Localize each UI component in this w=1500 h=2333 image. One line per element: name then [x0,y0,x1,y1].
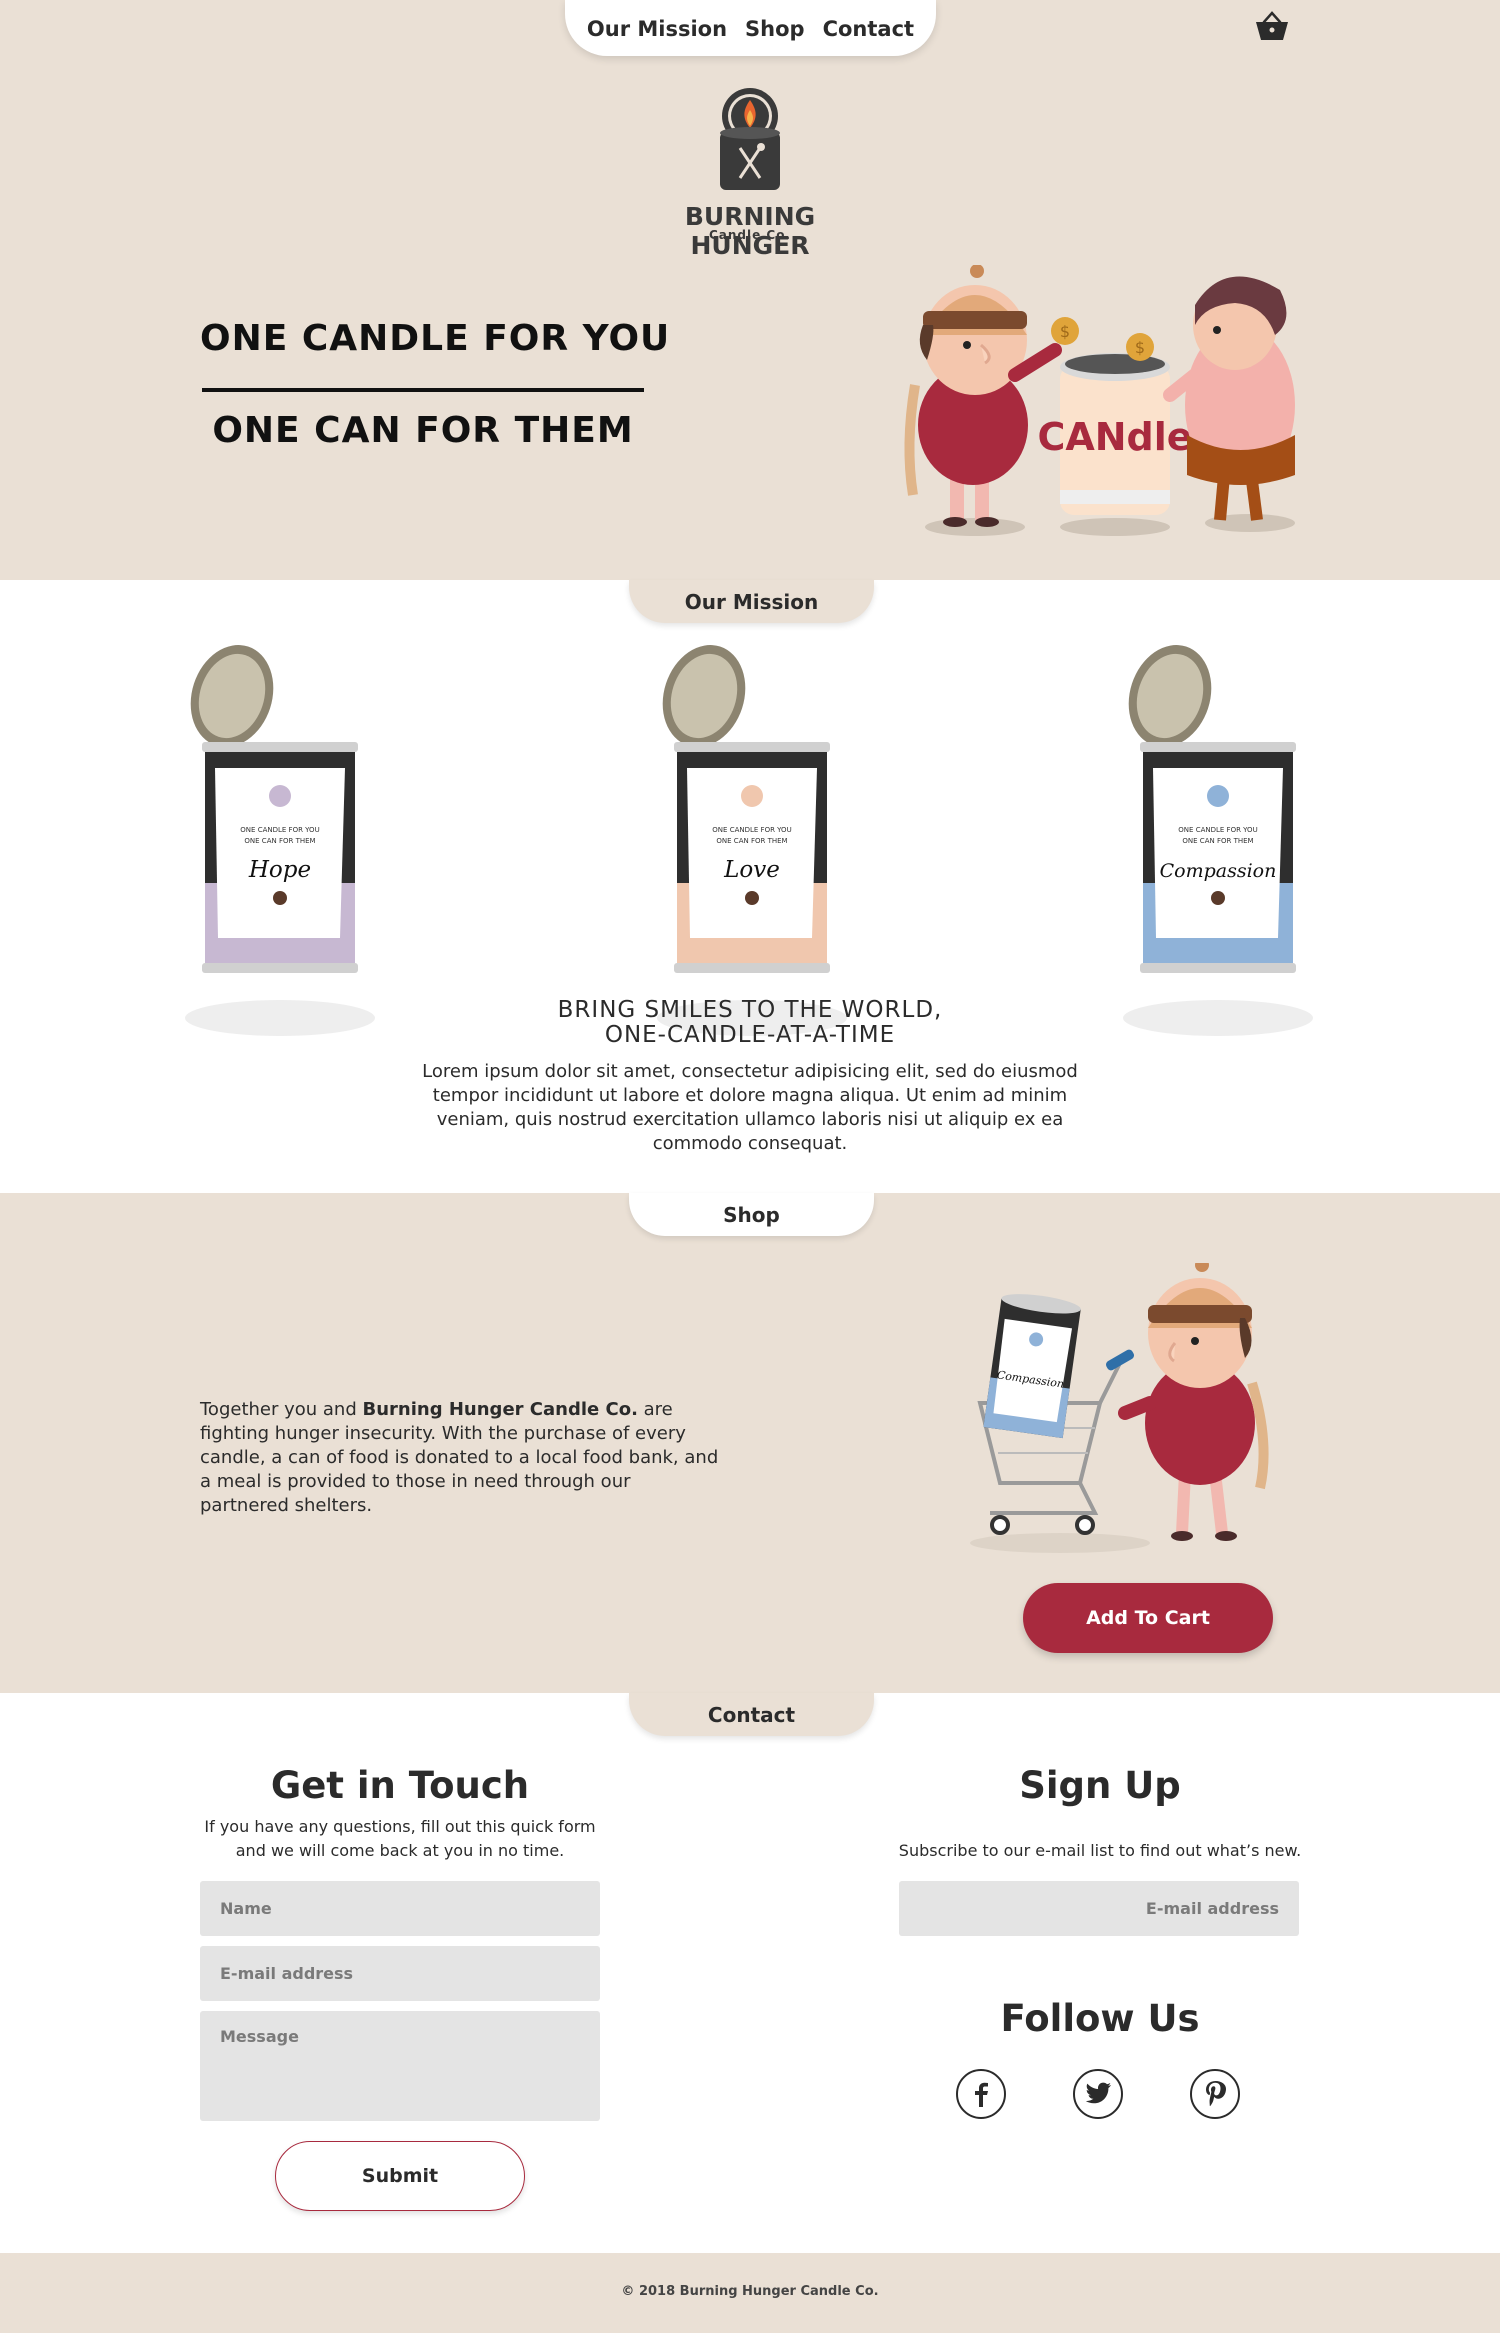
shop-description-brand: Burning Hunger Candle Co. [362,1399,638,1420]
sign-up-heading: Sign Up [1019,1764,1181,1807]
candle-can-logo-icon [720,88,780,190]
can-label-line1: ONE CANDLE FOR YOU [240,826,319,834]
mission-heading: BRING SMILES TO THE WORLD, ONE-CANDLE-AT… [400,998,1100,1048]
candle-can-compassion[interactable]: ONE CANDLE FOR YOU ONE CAN FOR THEM Comp… [1108,638,1348,1038]
shop-description: Together you and Burning Hunger Candle C… [200,1398,720,1518]
copyright-text: © 2018 Burning Hunger Candle Co. [621,2284,879,2299]
add-to-cart-button[interactable]: Add To Cart [1023,1583,1273,1653]
nav-link-contact[interactable]: Contact [823,17,915,41]
tab-shop[interactable]: Shop [629,1193,874,1236]
can-label-compassion: Compassion [1160,860,1277,882]
tagline-divider [202,388,644,392]
get-in-touch-heading: Get in Touch [270,1764,530,1807]
logo-subtitle: Candle Co. [708,228,792,242]
brand-logo[interactable]: BURNING HUNGER Candle Co. [640,86,860,260]
can-label-love: Love [723,857,780,883]
candle-can-love[interactable]: ONE CANDLE FOR YOU ONE CAN FOR THEM Love [642,638,882,1038]
contact-section: Contact Get in Touch If you have any que… [0,1693,1500,2253]
nav-link-shop[interactable]: Shop [745,17,805,41]
tab-contact[interactable]: Contact [629,1693,874,1736]
basket-icon[interactable] [1254,10,1290,42]
signup-email-field[interactable] [899,1881,1299,1936]
pinterest-icon[interactable] [1190,2069,1240,2119]
candle-can-hope[interactable]: ONE CANDLE FOR YOU ONE CAN FOR THEM Hope [170,638,410,1038]
mission-heading-line1: BRING SMILES TO THE WORLD, [557,997,943,1023]
can-label-line2: ONE CAN FOR THEM [716,837,787,845]
email-field[interactable] [200,1946,600,2001]
can-label-line2: ONE CAN FOR THEM [1182,837,1253,845]
footer: © 2018 Burning Hunger Candle Co. [0,2253,1500,2333]
submit-button[interactable]: Submit [275,2141,525,2211]
twitter-icon[interactable] [1073,2069,1123,2119]
top-nav: Our Mission Shop Contact [565,0,936,56]
message-field[interactable] [200,2011,600,2121]
mission-section: Our Mission ONE CANDLE FOR YOU ONE CAN F… [0,580,1500,1193]
can-label-line1: ONE CANDLE FOR YOU [712,826,791,834]
shopping-cart-illustration: Compassion [970,1263,1269,1553]
tagline-top: ONE CANDLE FOR YOU [200,318,671,359]
sign-up-description: Subscribe to our e-mail list to find out… [898,1841,1302,1860]
shop-description-pre: Together you and [200,1399,363,1420]
can-illustration-text: CANdle [1037,415,1192,459]
shop-section: Shop Together you and Burning Hunger Can… [0,1193,1500,1693]
get-in-touch-description: If you have any questions, fill out this… [204,1817,596,1860]
nav-link-our-mission[interactable]: Our Mission [587,17,727,41]
mission-body-text: Lorem ipsum dolor sit amet, consectetur … [422,1061,1078,1154]
svg-text:$: $ [1060,322,1070,341]
name-field[interactable] [200,1881,600,1936]
tab-our-mission[interactable]: Our Mission [629,580,874,623]
can-label-hope: Hope [248,857,311,883]
facebook-icon[interactable] [956,2069,1006,2119]
hero-section: Our Mission Shop Contact BURNING HUNGER … [0,0,1500,580]
donation-illustration: $ CANdle $ [904,265,1295,536]
tagline-bottom: ONE CAN FOR THEM [212,410,634,451]
can-label-line1: ONE CANDLE FOR YOU [1178,826,1257,834]
mission-heading-line2: ONE-CANDLE-AT-A-TIME [604,1022,896,1048]
can-label-line2: ONE CAN FOR THEM [244,837,315,845]
follow-us-heading: Follow Us [1000,1997,1200,2040]
svg-text:$: $ [1135,338,1145,357]
